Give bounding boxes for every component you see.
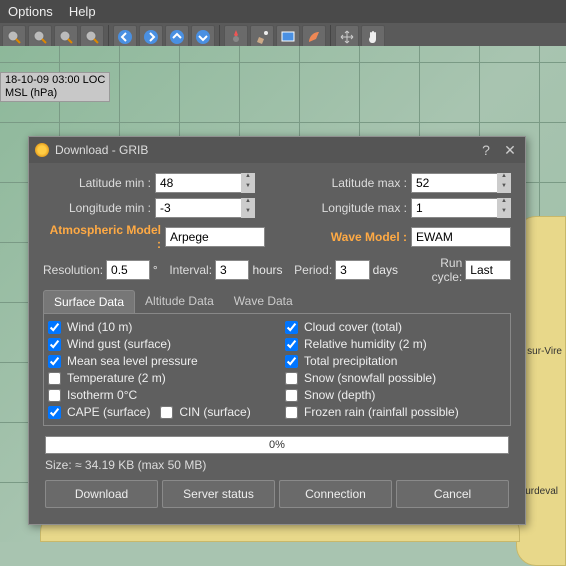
size-label: Size: ≈ 34.19 KB (max 50 MB) xyxy=(45,458,509,472)
atm-model-select[interactable]: Arpege xyxy=(165,227,265,247)
download-dialog: Download - GRIB ? ✕ Latitude min : ▲▼ La… xyxy=(28,136,526,525)
dialog-icon xyxy=(35,143,49,157)
wave-model-label: Wave Model : xyxy=(327,230,407,244)
info-overlay: 18-10-09 03:00 LOC MSL (hPa) xyxy=(0,72,110,102)
interval-select[interactable]: 3 xyxy=(215,260,249,280)
chk-temp[interactable]: Temperature (2 m) xyxy=(48,371,269,385)
tab-altitude[interactable]: Altitude Data xyxy=(135,290,224,313)
tab-surface[interactable]: Surface Data xyxy=(43,290,135,313)
interval-unit: hours xyxy=(252,263,282,277)
lon-max-label: Longitude max : xyxy=(307,201,407,215)
download-button[interactable]: Download xyxy=(45,480,158,508)
lon-min-label: Longitude min : xyxy=(43,201,151,215)
chk-cloud[interactable]: Cloud cover (total) xyxy=(285,320,506,334)
runcycle-label: Run cycle: xyxy=(410,256,463,284)
chk-wind[interactable]: Wind (10 m) xyxy=(48,320,269,334)
period-unit: days xyxy=(373,263,398,277)
menu-options[interactable]: Options xyxy=(8,4,53,19)
lat-max-label: Latitude max : xyxy=(307,176,407,190)
city-label: sur-Vire xyxy=(527,346,562,357)
menubar: Options Help xyxy=(0,0,566,23)
resolution-label: Resolution: xyxy=(43,263,103,277)
runcycle-select[interactable]: Last xyxy=(465,260,511,280)
tab-wave[interactable]: Wave Data xyxy=(224,290,303,313)
resolution-unit: ° xyxy=(153,263,158,277)
lon-min-input[interactable] xyxy=(155,198,255,218)
lat-min-label: Latitude min : xyxy=(43,176,151,190)
spin-buttons[interactable]: ▲▼ xyxy=(241,173,255,193)
spin-buttons[interactable]: ▲▼ xyxy=(497,198,511,218)
close-button[interactable]: ✕ xyxy=(501,141,519,159)
spin-buttons[interactable]: ▲▼ xyxy=(497,173,511,193)
period-label: Period: xyxy=(294,263,332,277)
chk-mslp[interactable]: Mean sea level pressure xyxy=(48,354,269,368)
dialog-title: Download - GRIB xyxy=(55,143,471,157)
tabs: Surface Data Altitude Data Wave Data xyxy=(43,290,511,314)
chk-cape[interactable]: CAPE (surface) xyxy=(48,405,150,419)
lon-max-input[interactable] xyxy=(411,198,511,218)
lat-min-input[interactable] xyxy=(155,173,255,193)
spin-buttons[interactable]: ▲▼ xyxy=(241,198,255,218)
lat-max-input[interactable] xyxy=(411,173,511,193)
interval-label: Interval: xyxy=(169,263,212,277)
chk-relhum[interactable]: Relative humidity (2 m) xyxy=(285,337,506,351)
server-status-button[interactable]: Server status xyxy=(162,480,275,508)
info-datetime: 18-10-09 03:00 LOC xyxy=(5,74,105,87)
chk-gust[interactable]: Wind gust (surface) xyxy=(48,337,269,351)
cancel-button[interactable]: Cancel xyxy=(396,480,509,508)
progress-bar: 0% xyxy=(45,436,509,454)
checkbox-panel: Wind (10 m) Cloud cover (total) Wind gus… xyxy=(43,314,511,426)
atm-model-label: Atmospheric Model : xyxy=(43,223,161,251)
info-layer: MSL (hPa) xyxy=(5,87,105,100)
chk-snowfall[interactable]: Snow (snowfall possible) xyxy=(285,371,506,385)
chk-precip[interactable]: Total precipitation xyxy=(285,354,506,368)
chk-snowdepth[interactable]: Snow (depth) xyxy=(285,388,506,402)
help-button[interactable]: ? xyxy=(477,141,495,159)
chk-cin[interactable]: CIN (surface) xyxy=(160,405,250,419)
wave-model-select[interactable]: EWAM xyxy=(411,227,511,247)
menu-help[interactable]: Help xyxy=(69,4,96,19)
dialog-titlebar: Download - GRIB ? ✕ xyxy=(29,137,525,163)
resolution-select[interactable]: 0.5 xyxy=(106,260,150,280)
period-select[interactable]: 3 xyxy=(335,260,369,280)
chk-frozen[interactable]: Frozen rain (rainfall possible) xyxy=(285,405,506,419)
connection-button[interactable]: Connection xyxy=(279,480,392,508)
chk-iso[interactable]: Isotherm 0°C xyxy=(48,388,269,402)
